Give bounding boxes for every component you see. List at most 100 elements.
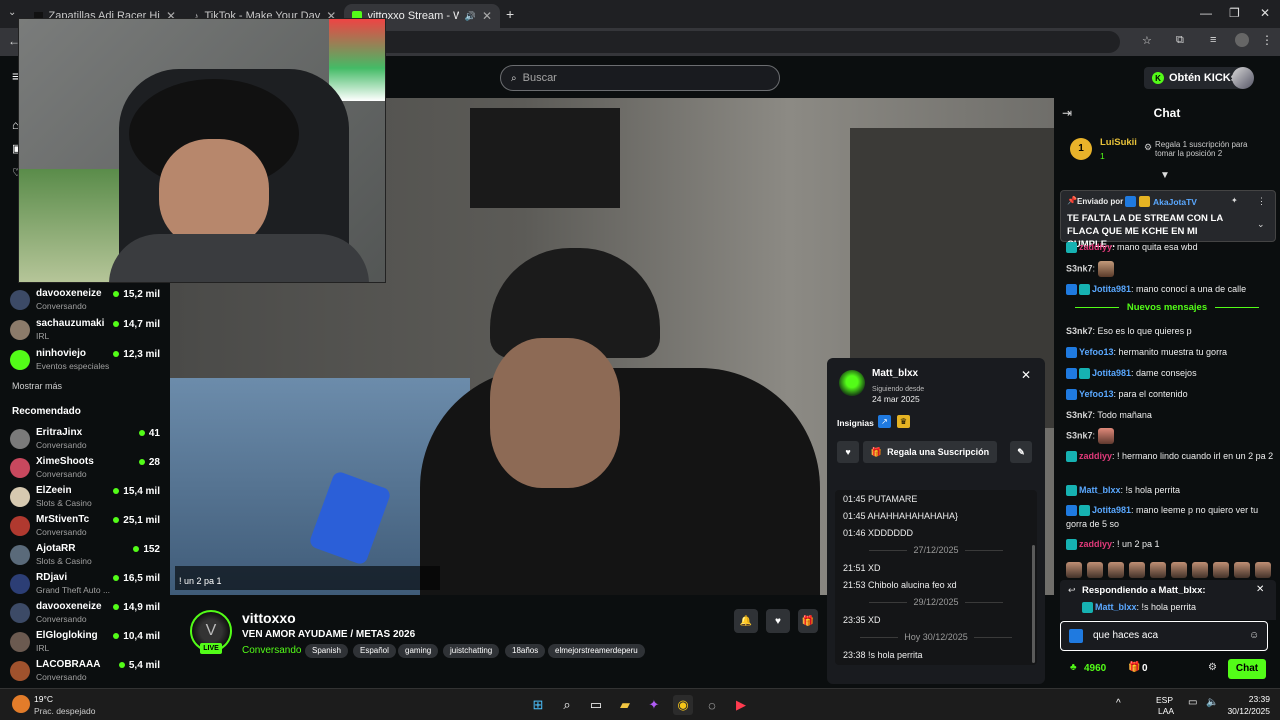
- sidebar-channel[interactable]: davooxeneize Conversando 14,9 mil: [10, 599, 165, 627]
- clock-time[interactable]: 23:39: [1226, 694, 1270, 704]
- audio-icon[interactable]: 🔊: [465, 11, 476, 22]
- badge-selector-icon[interactable]: [1069, 629, 1083, 643]
- emote-icon[interactable]: [1171, 562, 1187, 578]
- notification-bell-icon[interactable]: 🔔: [734, 609, 758, 633]
- stream-tag[interactable]: juistchatting: [443, 644, 500, 658]
- expand-pinned-icon[interactable]: ⌄: [1257, 219, 1265, 230]
- streamer-name[interactable]: vittoxxo: [242, 610, 296, 626]
- emote-icon[interactable]: [1255, 562, 1271, 578]
- chat-message[interactable]: S3nk7: Todo mañana: [1066, 408, 1274, 422]
- emote-icon[interactable]: [1129, 562, 1145, 578]
- chat-message[interactable]: Jotita981: mano conocí a una de calle: [1066, 282, 1274, 296]
- minimize-icon[interactable]: —: [1200, 6, 1212, 20]
- lang-top[interactable]: ESP: [1156, 695, 1173, 705]
- task-view-icon[interactable]: ▭: [586, 695, 606, 715]
- more-options-icon[interactable]: ⋮: [1257, 196, 1266, 207]
- tab-close-icon[interactable]: ✕: [482, 9, 492, 23]
- emote-icon[interactable]: [1234, 562, 1250, 578]
- extensions-icon[interactable]: ⧉: [1176, 34, 1184, 47]
- gift-icon[interactable]: 🎁: [798, 609, 818, 633]
- chat-username[interactable]: S3nk7: [1066, 326, 1093, 336]
- chat-message[interactable]: zaddiyy: ! un 2 pa 1: [1066, 537, 1274, 551]
- sidebar-channel[interactable]: EritraJinx Conversando 41: [10, 425, 165, 453]
- profile-icon[interactable]: [1235, 33, 1249, 47]
- unpin-icon[interactable]: ✦: [1231, 196, 1238, 205]
- weather-icon[interactable]: [12, 695, 30, 713]
- emote-icon[interactable]: [1066, 562, 1082, 578]
- emote-icon[interactable]: [1192, 562, 1208, 578]
- kicks-balance[interactable]: 4960: [1084, 663, 1106, 674]
- sidebar-channel[interactable]: ElGlogloking IRL 10,4 mil: [10, 628, 165, 656]
- send-chat-button[interactable]: Chat: [1228, 659, 1266, 679]
- pinned-user[interactable]: AkaJotaTV: [1153, 197, 1197, 207]
- menu-icon[interactable]: ⋮: [1261, 33, 1273, 47]
- close-icon[interactable]: ✕: [1021, 368, 1031, 382]
- stream-tag[interactable]: 18años: [505, 644, 546, 658]
- popup-scrollbar[interactable]: [1032, 545, 1035, 663]
- show-more-link[interactable]: Mostrar más: [12, 381, 62, 391]
- chat-message[interactable]: Jotita981: dame consejos: [1066, 366, 1274, 380]
- start-icon[interactable]: ⊞: [528, 695, 548, 715]
- sidebar-channel[interactable]: sachauzumaki IRL 14,7 mil: [10, 316, 165, 344]
- emoji-icon[interactable]: ☺: [1249, 630, 1259, 641]
- chat-input[interactable]: que haces aca ☺: [1060, 621, 1268, 651]
- gift-count[interactable]: 0: [1142, 663, 1148, 674]
- sidebar-channel[interactable]: LACOBRAAA Conversando 5,4 mil: [10, 657, 165, 685]
- chat-message[interactable]: S3nk7:: [1066, 261, 1274, 277]
- chat-username[interactable]: S3nk7: [1066, 410, 1093, 420]
- file-explorer-icon[interactable]: ▰: [615, 695, 635, 715]
- chat-username[interactable]: Yefoo13: [1079, 389, 1114, 399]
- restore-icon[interactable]: ❐: [1229, 6, 1240, 20]
- follow-heart-icon[interactable]: ♥: [766, 609, 790, 633]
- chat-message[interactable]: zaddiyy: mano quita esa wbd: [1066, 240, 1274, 254]
- app-icon[interactable]: ◌: [702, 695, 722, 715]
- sidebar-channel[interactable]: RDjavi Grand Theft Auto ... 16,5 mil: [10, 570, 165, 598]
- copilot-icon[interactable]: ✦: [644, 695, 664, 715]
- chrome-icon[interactable]: ◉: [673, 695, 693, 715]
- close-window-icon[interactable]: ✕: [1260, 6, 1270, 20]
- stream-tag[interactable]: elmejorstreamerdeperu: [548, 644, 645, 658]
- chat-username[interactable]: zaddiyy: [1079, 242, 1112, 252]
- chat-username[interactable]: Jotita981: [1092, 284, 1131, 294]
- chat-username[interactable]: zaddiyy: [1079, 451, 1112, 461]
- tab-search-icon[interactable]: ⌄: [8, 7, 16, 18]
- user-avatar[interactable]: [1232, 67, 1254, 89]
- chat-message[interactable]: Matt_blxx: !s hola perrita: [1066, 483, 1274, 497]
- popup-heart-button[interactable]: ♥: [837, 441, 859, 463]
- sidebar-channel[interactable]: XimeShoots Conversando 28: [10, 454, 165, 482]
- search-input[interactable]: ⌕ Buscar: [500, 65, 780, 91]
- tray-overflow-icon[interactable]: ^: [1116, 698, 1121, 709]
- chat-username[interactable]: Matt_blxx: [1079, 485, 1121, 495]
- sidebar-channel[interactable]: AjotaRR Slots & Casino 152: [10, 541, 165, 569]
- chat-message[interactable]: Jotita981: mano leeme p no quiero ver tu…: [1066, 503, 1274, 531]
- emote-icon[interactable]: [1150, 562, 1166, 578]
- chat-message[interactable]: S3nk7:: [1066, 428, 1274, 444]
- chat-message[interactable]: Yefoo13: hermanito muestra tu gorra: [1066, 345, 1274, 359]
- chat-username[interactable]: Yefoo13: [1079, 347, 1114, 357]
- chat-username[interactable]: S3nk7: [1066, 263, 1093, 273]
- get-kicks-button[interactable]: K Obtén KICKs: [1144, 67, 1245, 89]
- stream-tag[interactable]: Español: [353, 644, 396, 658]
- bookmark-icon[interactable]: ☆: [1142, 34, 1152, 47]
- stream-tag[interactable]: gaming: [398, 644, 439, 658]
- chat-message[interactable]: zaddiyy: ! hermano lindo cuando irl en u…: [1066, 449, 1274, 463]
- chat-username[interactable]: Jotita981: [1092, 505, 1131, 515]
- chat-settings-icon[interactable]: ⚙: [1208, 662, 1217, 673]
- sidebar-channel[interactable]: davooxeneize Conversando 15,2 mil: [10, 286, 165, 314]
- chat-message[interactable]: S3nk7: Eso es lo que quieres p: [1066, 324, 1274, 338]
- lang-bottom[interactable]: LAA: [1158, 706, 1174, 716]
- chat-username[interactable]: Jotita981: [1092, 368, 1131, 378]
- new-tab-icon[interactable]: +: [506, 6, 514, 22]
- popup-more-button[interactable]: ✎: [1010, 441, 1032, 463]
- sidebar-channel[interactable]: MrStivenTc Conversando 25,1 mil: [10, 512, 165, 540]
- sidebar-channel[interactable]: ElZeein Slots & Casino 15,4 mil: [10, 483, 165, 511]
- chat-username[interactable]: S3nk7: [1066, 430, 1093, 440]
- emote-icon[interactable]: [1213, 562, 1229, 578]
- clock-date[interactable]: 30/12/2025: [1216, 706, 1270, 716]
- stream-tag[interactable]: Spanish: [305, 644, 348, 658]
- chat-username[interactable]: zaddiyy: [1079, 539, 1112, 549]
- network-icon[interactable]: ▭: [1188, 697, 1197, 708]
- emote-icon[interactable]: [1108, 562, 1124, 578]
- top-gifter-name[interactable]: LuiSukii: [1100, 137, 1137, 148]
- media-icon[interactable]: ≡: [1210, 34, 1216, 46]
